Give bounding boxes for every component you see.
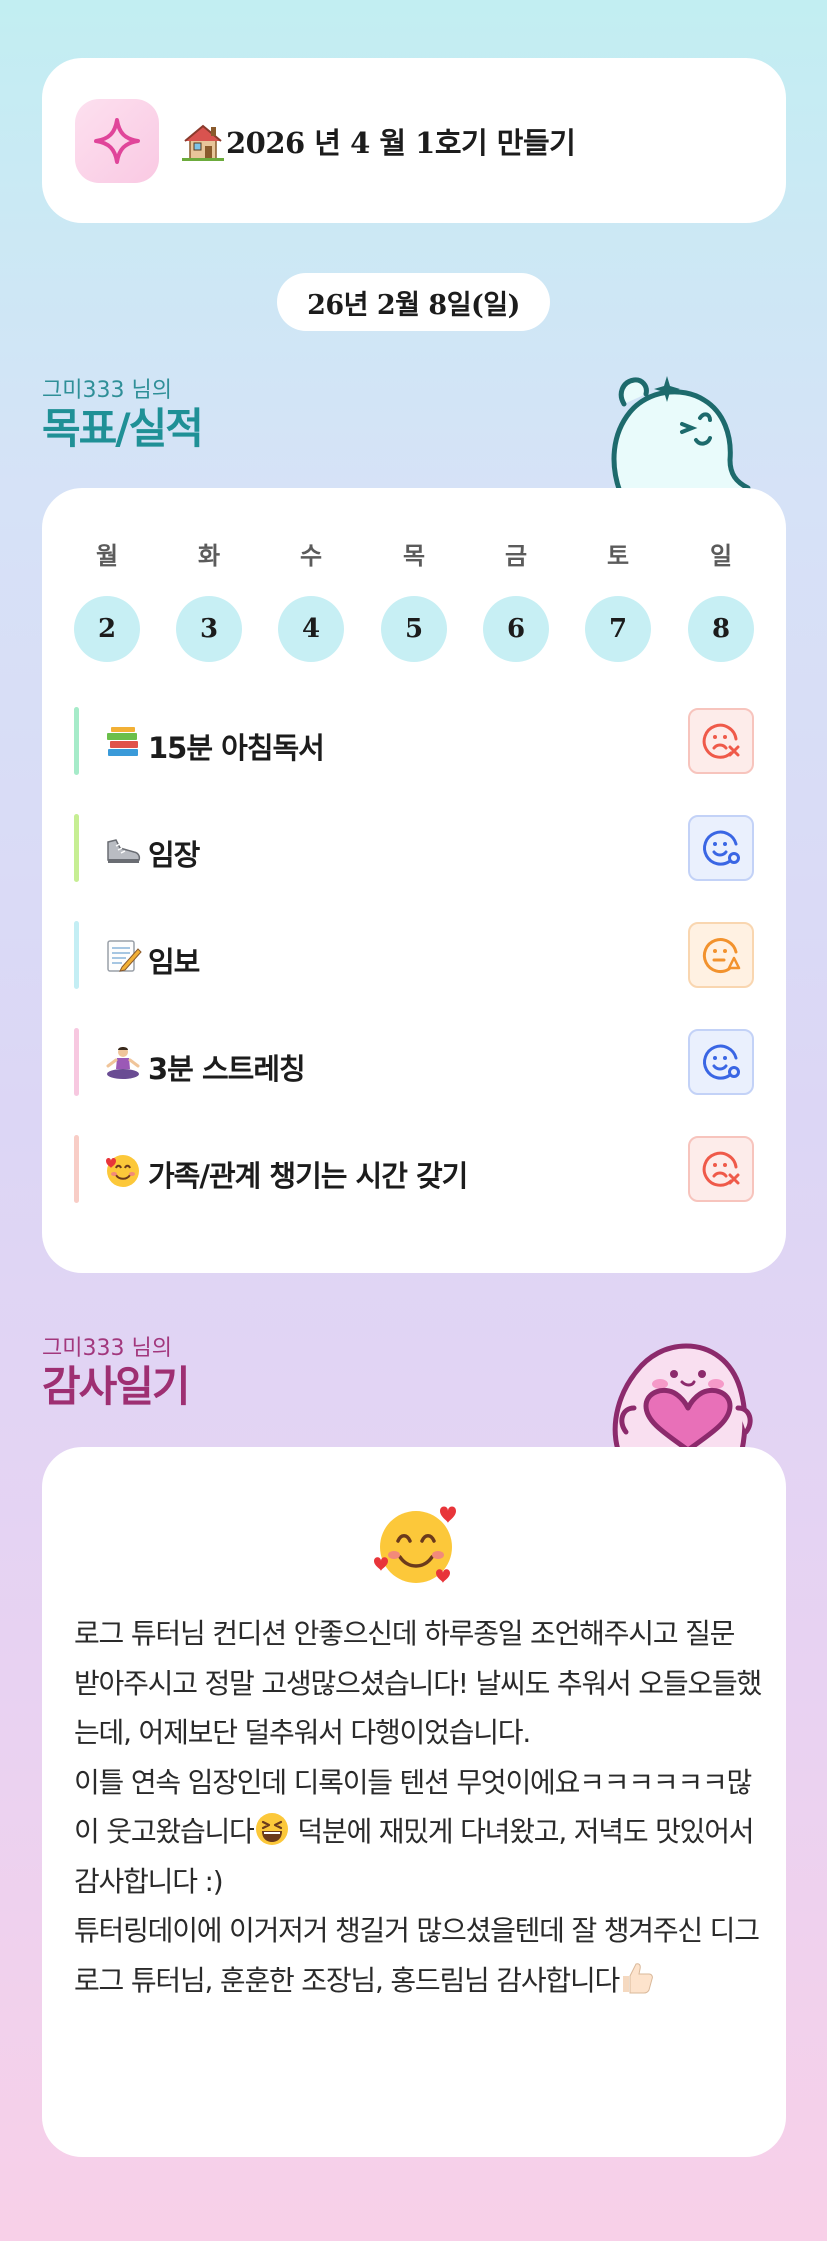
sad-face-x-icon [702, 723, 740, 759]
memo-emoji [107, 940, 142, 972]
goal-label: 3분 스트레칭 [148, 1052, 306, 1086]
grinning-squint-emoji [255, 1813, 288, 1845]
goal-row[interactable]: 가족/관계 챙기는 시간 갖기 [74, 1135, 754, 1203]
goals-section-title: 목표/실적 [42, 404, 204, 453]
weekday-label: 금 [504, 542, 528, 570]
sad-face-x-icon [702, 1151, 740, 1187]
thumbs-up-emoji [623, 1962, 653, 1993]
status-badge[interactable] [688, 1136, 754, 1202]
goal-row[interactable]: 임장 [74, 814, 754, 882]
cohort-title: 2026 년 4 월 1호기 만들기 [226, 126, 576, 160]
smile-face-check-icon [703, 1044, 740, 1080]
cohort-card[interactable]: 2026 년 4 월 1호기 만들기 [42, 58, 786, 223]
date-circle[interactable]: 8 [688, 596, 754, 662]
books-emoji [107, 727, 138, 756]
date-circle[interactable]: 3 [176, 596, 242, 662]
yoga-emoji [106, 1047, 140, 1079]
house-icon [182, 124, 224, 161]
neutral-face-warning-icon [702, 938, 741, 973]
gratitude-text: 로그 튜터님 컨디션 안좋으신데 하루종일 조언해주시고 질문 받아주시고 정말… [74, 1609, 764, 2005]
goal-color-bar [74, 814, 79, 882]
weekday-label: 일 [709, 542, 733, 570]
date-circle[interactable]: 5 [381, 596, 447, 662]
goal-label: 가족/관계 챙기는 시간 갖기 [148, 1159, 468, 1193]
goal-label: 임보 [148, 945, 200, 979]
status-badge[interactable] [688, 1029, 754, 1095]
date-circle[interactable]: 4 [278, 596, 344, 662]
sparkle-icon [75, 99, 159, 183]
goal-label: 15분 아침독서 [148, 731, 325, 765]
date-circle[interactable]: 7 [585, 596, 651, 662]
ghost-mascot-illustration [611, 376, 751, 492]
status-badge[interactable] [688, 815, 754, 881]
weekday-label: 목 [402, 542, 426, 570]
gratitude-paragraph: 튜터링데이에 이거저거 챙길거 많으셨을텐데 잘 챙겨주신 디그로그 튜터님, … [74, 1914, 760, 1997]
goal-color-bar [74, 1028, 79, 1096]
date-selector[interactable]: 26년 2월 8일(일) [277, 273, 550, 331]
goal-color-bar [74, 921, 79, 989]
goal-row[interactable]: 임보 [74, 921, 754, 989]
weekday-label: 토 [606, 542, 630, 570]
goal-row[interactable]: 3분 스트레칭 [74, 1028, 754, 1096]
weekday-label: 수 [299, 542, 323, 570]
heart-mascot-illustration [612, 1343, 753, 1450]
goal-color-bar [74, 1135, 79, 1203]
goal-row[interactable]: 15분 아침독서 [74, 707, 754, 775]
status-badge[interactable] [688, 708, 754, 774]
weekday-label: 화 [197, 542, 221, 570]
smiling-hearts-emoji [106, 1155, 139, 1187]
weekday-label: 월 [95, 542, 119, 570]
gratitude-card: 로그 튜터님 컨디션 안좋으신데 하루종일 조언해주시고 질문 받아주시고 정말… [42, 1447, 786, 2157]
smiling-face-with-hearts-emoji [374, 1506, 456, 1583]
smile-face-check-icon [703, 830, 740, 866]
sneaker-emoji [107, 839, 141, 863]
date-circle[interactable]: 2 [74, 596, 140, 662]
gratitude-section-title: 감사일기 [42, 1362, 191, 1411]
date-circle[interactable]: 6 [483, 596, 549, 662]
gratitude-paragraph: 로그 튜터님 컨디션 안좋으신데 하루종일 조언해주시고 질문 받아주시고 정말… [74, 1617, 762, 1749]
status-badge[interactable] [688, 922, 754, 988]
goals-card: 월 화 수 목 금 토 일 2 3 4 5 6 7 8 15분 아침독서 임장 … [42, 488, 786, 1273]
goal-color-bar [74, 707, 79, 775]
goal-label: 임장 [148, 838, 200, 872]
